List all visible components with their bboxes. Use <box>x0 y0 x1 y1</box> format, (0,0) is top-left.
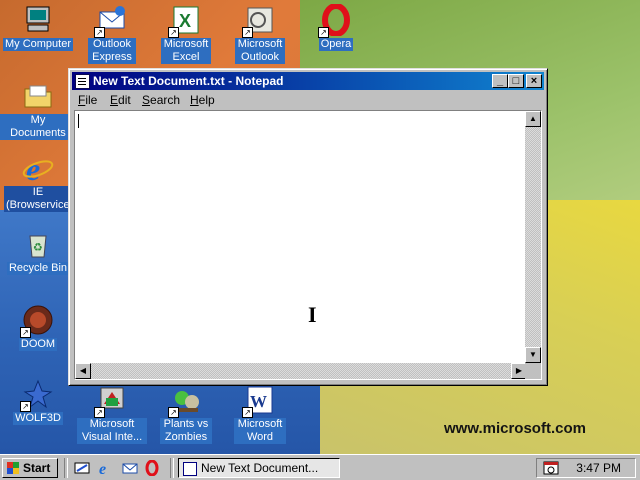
shortcut-arrow-icon: ↗ <box>94 407 105 418</box>
internet-explorer-quicklaunch-icon[interactable]: e <box>98 460 114 478</box>
scroll-down-button[interactable]: ▼ <box>525 347 541 363</box>
shortcut-arrow-icon: ↗ <box>242 407 253 418</box>
scroll-up-button[interactable]: ▲ <box>525 111 541 127</box>
menu-edit[interactable]: Edit <box>110 93 131 107</box>
computer-icon <box>22 4 54 36</box>
desktop-icon-my-documents[interactable]: My Documents <box>0 80 76 140</box>
folder-icon <box>22 80 54 112</box>
notepad-window[interactable]: New Text Document.txt - Notepad _ □ × Fi… <box>68 68 548 386</box>
show-desktop-icon[interactable] <box>74 460 90 476</box>
notepad-icon <box>75 74 90 89</box>
desktop-icon-label: WOLF3D <box>13 412 63 425</box>
wallpaper-url-text: www.microsoft.com <box>444 420 586 437</box>
start-button[interactable]: Start <box>2 458 58 478</box>
horizontal-scrollbar[interactable]: ◀ ▶ <box>75 363 527 379</box>
outlook-icon: ↗ <box>242 4 276 38</box>
shortcut-arrow-icon: ↗ <box>20 401 31 412</box>
scroll-left-button[interactable]: ◀ <box>75 363 91 379</box>
windows-logo-icon <box>7 462 19 474</box>
menu-label: ile <box>85 93 98 107</box>
desktop-icon-label: IE (Browservice) <box>4 186 74 212</box>
desktop-icon-label: Recycle Bin <box>6 262 70 275</box>
doom-icon: ↗ <box>20 304 54 338</box>
desktop-icon-outlook-express[interactable]: ↗ Outlook Express <box>74 4 150 64</box>
desktop-icon-doom[interactable]: ↗ DOOM <box>0 304 76 351</box>
desktop-icon-recycle-bin[interactable]: ♻ Recycle Bin <box>0 228 76 275</box>
desktop-icon-visual-interdev[interactable]: ↗ Microsoft Visual Inte... <box>74 384 150 444</box>
title-bar[interactable]: New Text Document.txt - Notepad _ □ × <box>72 72 544 90</box>
internet-explorer-icon: e <box>22 151 54 187</box>
menu-label: elp <box>198 93 215 107</box>
shortcut-arrow-icon: ↗ <box>168 407 179 418</box>
desktop-icon-label: Microsoft Outlook <box>235 38 285 64</box>
desktop-icon-label: My Computer <box>2 38 74 51</box>
word-icon: W ↗ <box>242 384 276 418</box>
text-cursor-icon: I <box>308 302 317 327</box>
menu-label: earch <box>150 93 181 107</box>
desktop-icon-ie-browservice[interactable]: e IE (Browservice) <box>0 151 76 212</box>
taskbar-button-label: New Text Document... <box>201 461 319 475</box>
start-label: Start <box>23 461 51 475</box>
desktop-icon-plants-vs-zombies[interactable]: ↗ Plants vs Zombies <box>148 384 224 444</box>
menu-label: dit <box>118 93 131 107</box>
vertical-scrollbar[interactable]: ▲ ▼ <box>525 111 541 363</box>
menu-help[interactable]: Help <box>190 93 215 107</box>
visual-interdev-icon: ↗ <box>94 384 128 418</box>
maximize-button[interactable]: □ <box>508 74 524 88</box>
shortcut-arrow-icon: ↗ <box>168 27 179 38</box>
shortcut-arrow-icon: ↗ <box>94 27 105 38</box>
desktop-icon-label: Opera <box>318 38 354 51</box>
desktop-icon-label: Plants vs Zombies <box>160 418 212 444</box>
clock[interactable]: 3:47 PM <box>576 459 621 477</box>
desktop-icon-label: Microsoft Excel <box>161 38 211 64</box>
opera-quicklaunch-icon[interactable] <box>144 459 160 477</box>
menu-accel: E <box>110 93 119 107</box>
desktop-icon-label: DOOM <box>18 338 58 351</box>
notepad-icon <box>183 462 197 476</box>
desktop: My Computer ↗ Outlook Express X ↗ Micros… <box>0 0 640 454</box>
menu-bar: File Edit Search Help <box>72 91 544 109</box>
desktop-icon-label: Microsoft Visual Inte... <box>77 418 147 444</box>
desktop-icon-label: Outlook Express <box>88 38 136 64</box>
shortcut-arrow-icon: ↗ <box>242 27 253 38</box>
desktop-icon-microsoft-outlook[interactable]: ↗ Microsoft Outlook <box>222 4 298 64</box>
outlook-express-icon: ↗ <box>94 4 128 38</box>
svg-text:X: X <box>179 11 191 31</box>
desktop-icon-wolf3d[interactable]: ↗ WOLF3D <box>0 378 76 425</box>
close-button[interactable]: × <box>526 74 542 88</box>
shortcut-arrow-icon: ↗ <box>20 327 31 338</box>
system-tray: 3:47 PM <box>536 458 636 478</box>
text-editor-area[interactable]: ▲ ▼ ◀ ▶ <box>74 110 542 380</box>
menu-accel: S <box>142 93 151 107</box>
outlook-express-quicklaunch-icon[interactable] <box>122 460 138 476</box>
menu-search[interactable]: Search <box>142 93 180 107</box>
shortcut-arrow-icon: ↗ <box>318 27 329 38</box>
menu-accel: H <box>190 93 199 107</box>
text-caret <box>78 114 79 128</box>
excel-icon: X ↗ <box>168 4 202 38</box>
desktop-icon-opera[interactable]: ↗ Opera <box>298 3 374 51</box>
desktop-icon-microsoft-word[interactable]: W ↗ Microsoft Word <box>222 384 298 444</box>
scheduler-icon[interactable] <box>543 461 559 475</box>
desktop-icon-label: Microsoft Word <box>234 418 286 444</box>
svg-text:♻: ♻ <box>33 241 43 254</box>
minimize-button[interactable]: _ <box>492 74 508 88</box>
taskbar: Start e New Text Document... 3:47 PM <box>0 454 640 480</box>
taskbar-button-notepad[interactable]: New Text Document... <box>178 458 340 478</box>
recycle-bin-icon: ♻ <box>22 228 54 260</box>
opera-icon: ↗ <box>318 3 352 38</box>
window-title: New Text Document.txt - Notepad <box>93 74 284 88</box>
svg-text:e: e <box>99 461 106 476</box>
desktop-icon-label: My Documents <box>0 114 76 140</box>
menu-file[interactable]: File <box>78 93 97 107</box>
wolf3d-icon: ↗ <box>20 378 54 412</box>
size-grip[interactable] <box>525 363 541 379</box>
desktop-icon-my-computer[interactable]: My Computer <box>0 4 76 51</box>
taskbar-separator <box>170 458 174 478</box>
plants-vs-zombies-icon: ↗ <box>168 384 202 418</box>
desktop-icon-microsoft-excel[interactable]: X ↗ Microsoft Excel <box>148 4 224 64</box>
taskbar-separator <box>64 458 68 478</box>
